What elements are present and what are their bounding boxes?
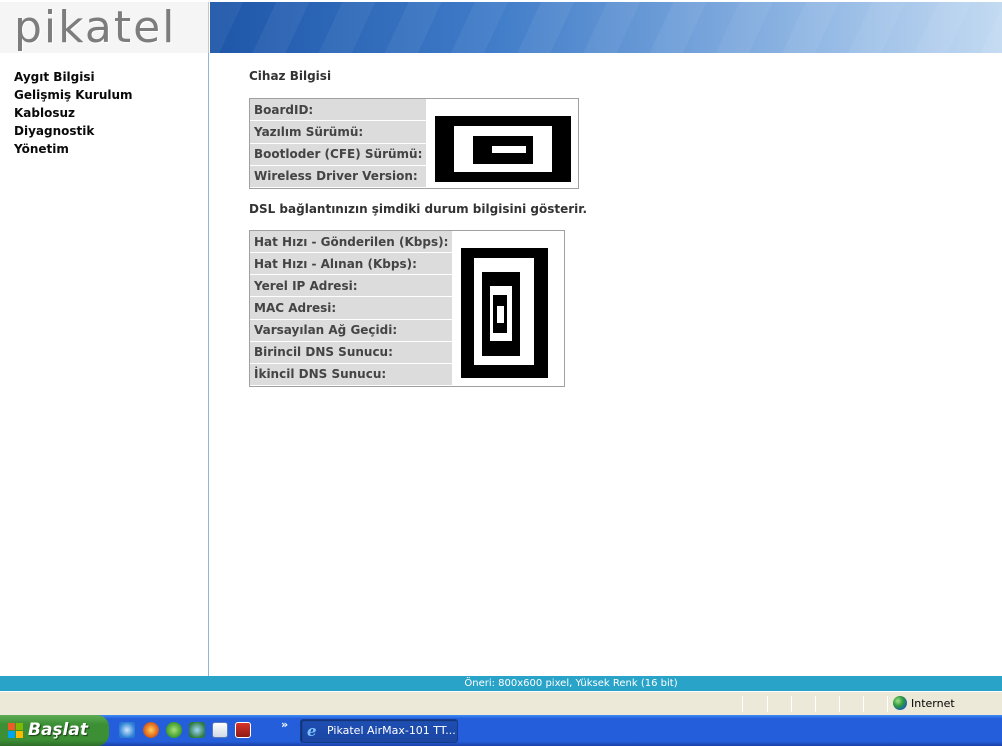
downstream-rate-label: Hat Hızı - Alınan (Kbps): (250, 253, 454, 276)
bootloader-version-label: Bootloder (CFE) Sürümü: (250, 143, 428, 166)
resolution-hint-bar: Öneri: 800x600 pixel, Yüksek Renk (16 bi… (0, 676, 1002, 691)
board-id-label: BoardID: (250, 99, 428, 122)
msn-icon[interactable] (166, 722, 182, 738)
page-title: Cihaz Bilgisi (249, 69, 332, 83)
media-icon[interactable] (235, 722, 251, 738)
redacted-value-dot (497, 306, 505, 323)
dsl-status-table: Hat Hızı - Gönderilen (Kbps): Hat Hızı -… (249, 230, 566, 387)
software-version-label: Yazılım Sürümü: (250, 121, 428, 144)
router-header: pikatel (0, 0, 1002, 53)
messenger-icon[interactable] (189, 722, 205, 738)
sidebar-item-yonetim[interactable]: Yönetim (14, 140, 208, 158)
ie-icon[interactable] (119, 722, 135, 738)
task-label: Pikatel AirMax-101 TT... (327, 724, 456, 737)
sidebar-item-aygit-bilgisi[interactable]: Aygıt Bilgisi (14, 68, 208, 86)
wireless-driver-label: Wireless Driver Version: (250, 165, 428, 188)
pikatel-logo: pikatel (14, 2, 177, 53)
status-divider (863, 696, 864, 712)
table-row: Hat Hızı - Gönderilen (Kbps): (250, 231, 565, 386)
quick-launch-chevron[interactable]: » (281, 718, 288, 731)
firefox-icon[interactable] (143, 722, 159, 738)
start-button[interactable]: Başlat (0, 715, 109, 746)
header-banner (210, 2, 1002, 53)
outlook-icon[interactable] (212, 722, 228, 738)
redacted-value-mark (492, 146, 527, 153)
status-divider (767, 696, 768, 712)
security-zone[interactable]: Internet (893, 696, 955, 712)
status-divider (791, 696, 792, 712)
device-info-table: BoardID: Yazılım Sürümü: Bootloder (CFE)… (249, 98, 580, 189)
table-row: BoardID: (250, 99, 579, 188)
taskbar-task-ie[interactable]: e Pikatel AirMax-101 TT... (300, 719, 458, 743)
windows-flag-icon (8, 723, 24, 738)
upstream-rate-label: Hat Hızı - Gönderilen (Kbps): (250, 231, 454, 254)
secondary-dns-label: İkincil DNS Sunucu: (250, 363, 454, 386)
dsl-description: DSL bağlantınızın şimdiki durum bilgisin… (249, 202, 588, 216)
status-divider (742, 696, 743, 712)
zone-label: Internet (911, 697, 955, 710)
ie-icon: e (307, 722, 317, 740)
dsl-values-cell (453, 231, 565, 386)
logo-area: pikatel (0, 2, 209, 53)
browser-status-bar: Internet (0, 691, 1002, 715)
browser-window: pikatel Aygıt Bilgisi Gelişmiş Kurulum K… (0, 0, 1002, 746)
default-gateway-label: Varsayılan Ağ Geçidi: (250, 319, 454, 342)
taskbar: Başlat » e Pikatel AirMax-101 TT... (0, 715, 1002, 746)
globe-icon (893, 696, 907, 710)
local-ip-label: Yerel IP Adresi: (250, 275, 454, 298)
main-content: Cihaz Bilgisi BoardID: Yazılım Sürümü: B… (210, 53, 1002, 676)
sidebar-item-gelismis-kurulum[interactable]: Gelişmiş Kurulum (14, 86, 208, 104)
start-label: Başlat (28, 720, 88, 740)
sidebar-item-kablosuz[interactable]: Kablosuz (14, 104, 208, 122)
sidebar-nav: Aygıt Bilgisi Gelişmiş Kurulum Kablosuz … (0, 53, 209, 676)
device-values-cell (427, 99, 579, 188)
status-divider (815, 696, 816, 712)
mac-address-label: MAC Adresi: (250, 297, 454, 320)
primary-dns-label: Birincil DNS Sunucu: (250, 341, 454, 364)
status-divider (839, 696, 840, 712)
status-divider (887, 696, 888, 712)
sidebar-item-diyagnostik[interactable]: Diyagnostik (14, 122, 208, 140)
